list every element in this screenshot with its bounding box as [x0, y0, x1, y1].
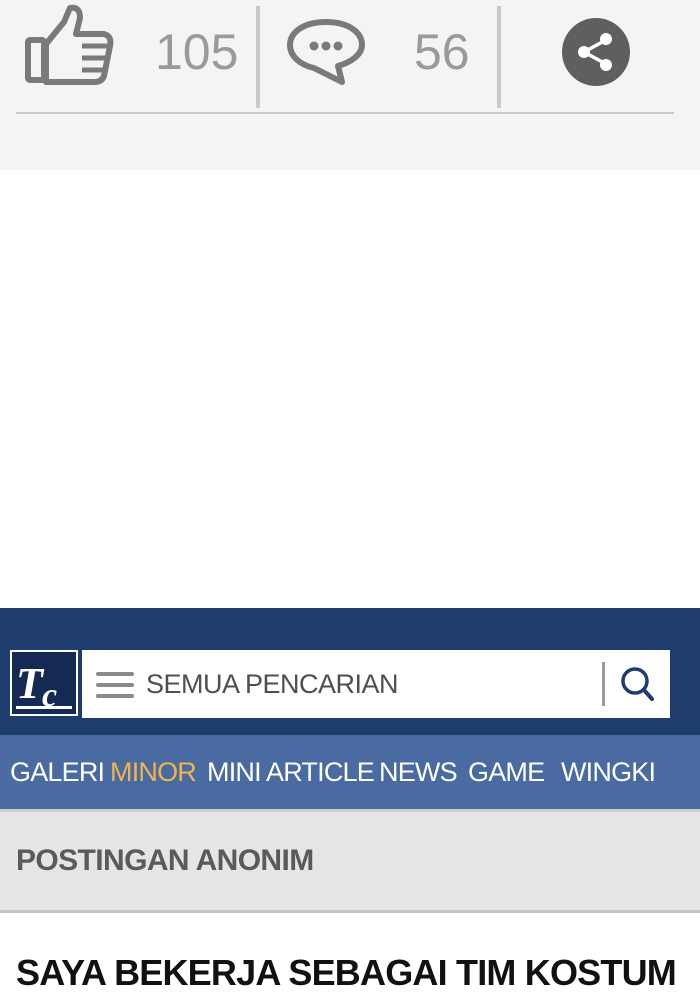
divider [16, 112, 674, 114]
section-title: POSTINGAN ANONIM [16, 844, 314, 877]
content-placeholder [0, 170, 700, 608]
search-bar[interactable]: SEMUA PENCARIAN [82, 650, 670, 718]
nav-item-game[interactable]: GAME [468, 735, 545, 809]
category-nav: GALERI MINOR MINI ARTICLE NEWS GAME WING… [0, 735, 700, 809]
share-icon[interactable] [560, 16, 632, 88]
site-logo[interactable]: T c [10, 650, 78, 716]
search-icon[interactable] [620, 666, 656, 704]
logo-mark: T c [16, 659, 72, 714]
svg-text:T: T [16, 659, 45, 708]
like-count: 105 [155, 24, 239, 80]
speech-bubble-icon[interactable] [286, 18, 366, 86]
nav-item-wingki[interactable]: WINGKI [561, 735, 656, 809]
hamburger-menu-icon[interactable] [96, 670, 134, 700]
divider [602, 662, 605, 706]
nav-item-mini-article[interactable]: MINI ARTICLE [207, 735, 375, 809]
nav-item-minor[interactable]: MINOR [110, 735, 197, 809]
comment-count: 56 [414, 24, 470, 80]
nav-item-news[interactable]: NEWS [379, 735, 458, 809]
article-title[interactable]: SAYA BEKERJA SEBAGAI TIM KOSTUM [16, 948, 686, 998]
search-input[interactable]: SEMUA PENCARIAN [146, 650, 399, 718]
section-bar: POSTINGAN ANONIM [0, 809, 700, 913]
divider [497, 6, 501, 108]
nav-item-galeri[interactable]: GALERI [10, 735, 105, 809]
divider [256, 6, 260, 108]
thumbs-up-icon[interactable] [24, 4, 114, 86]
reaction-bar: 105 56 [0, 0, 700, 170]
